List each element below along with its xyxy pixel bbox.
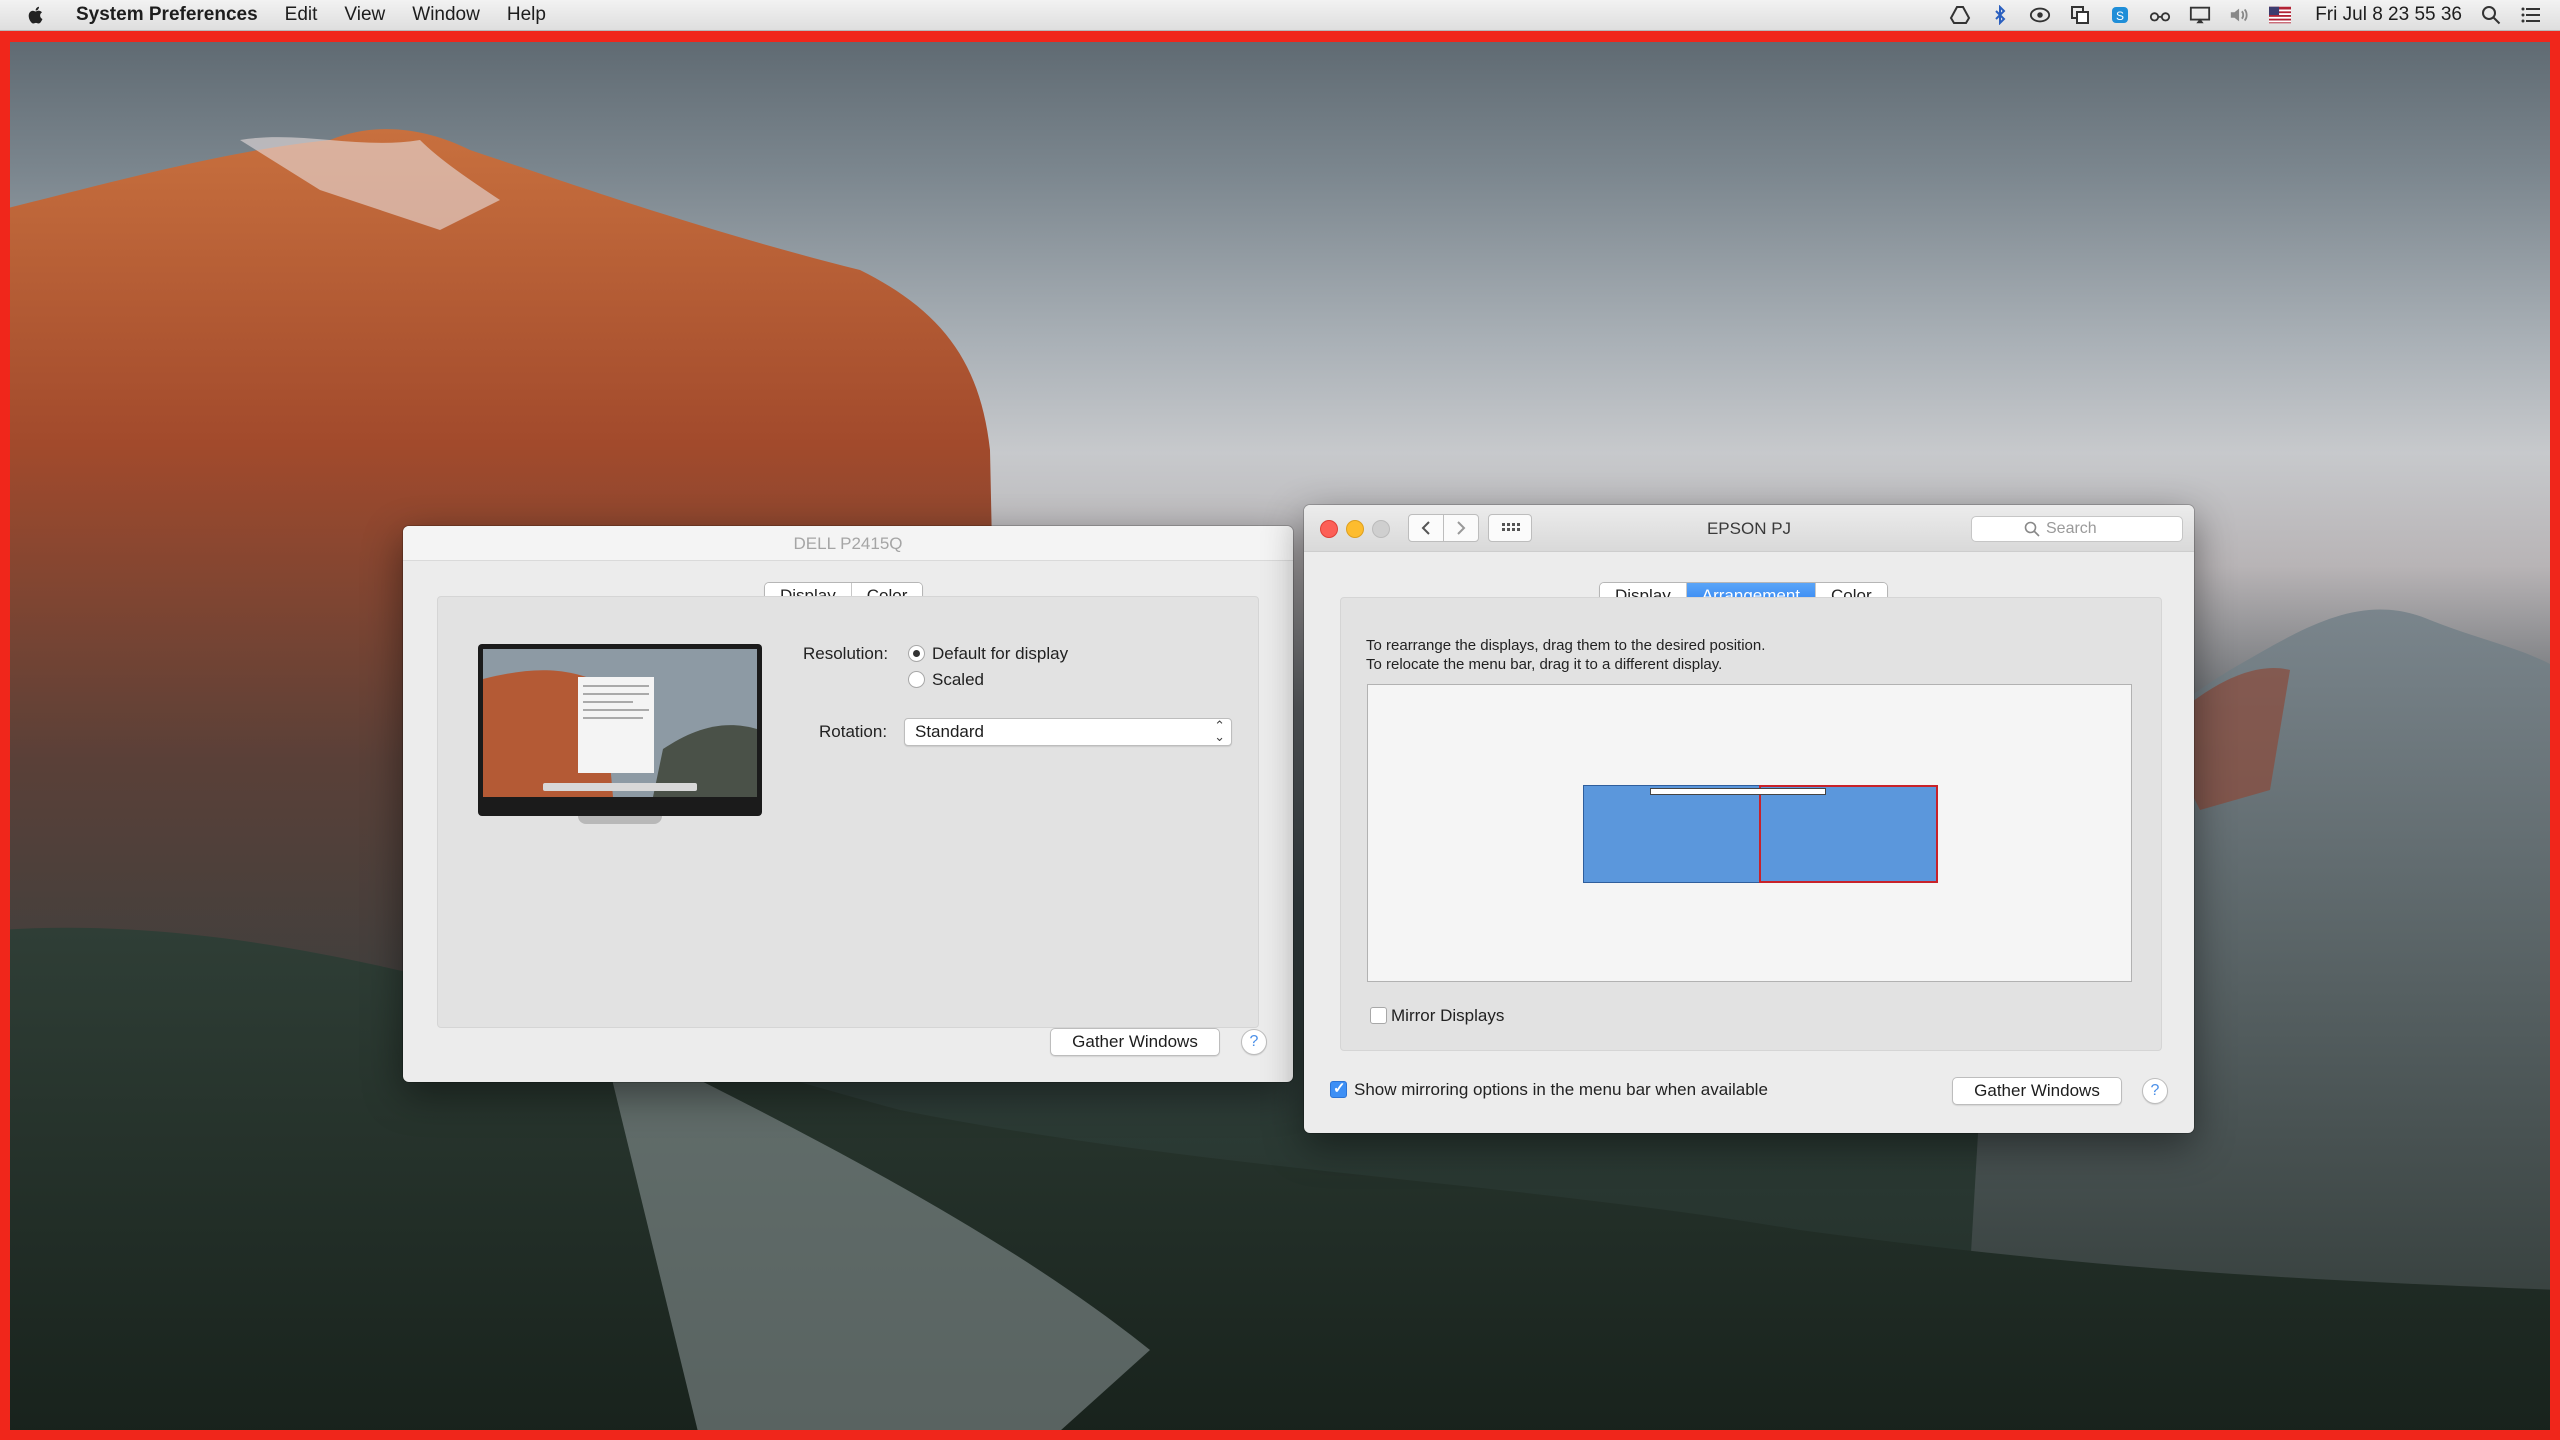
resolution-default-label[interactable]: Default for display bbox=[932, 644, 1068, 664]
updown-chevron-icon: ⌃ ⌄ bbox=[1214, 718, 1225, 744]
display-left[interactable] bbox=[1583, 785, 1760, 883]
apple-menu-icon[interactable] bbox=[22, 4, 50, 26]
epson-gather-windows-button[interactable]: Gather Windows bbox=[1952, 1077, 2122, 1105]
rotation-select-value: Standard bbox=[915, 722, 984, 741]
epson-help-button[interactable]: ? bbox=[2142, 1078, 2168, 1104]
dell-window-titlebar[interactable]: DELL P2415Q bbox=[403, 526, 1293, 561]
search-icon bbox=[2024, 521, 2040, 537]
epson-display-window: EPSON PJ Search Display Arrangement Colo… bbox=[1304, 505, 2194, 1133]
spotlight-search-icon[interactable] bbox=[2480, 5, 2502, 25]
dell-help-button[interactable]: ? bbox=[1241, 1029, 1267, 1055]
resolution-label: Resolution: bbox=[803, 644, 889, 663]
monitor-wallpaper-preview bbox=[483, 649, 757, 797]
glasses-icon[interactable] bbox=[2149, 5, 2171, 25]
google-drive-icon[interactable] bbox=[1949, 5, 1971, 25]
resolution-scaled-label[interactable]: Scaled bbox=[932, 670, 984, 690]
menu-app-name[interactable]: System Preferences bbox=[76, 4, 258, 26]
volume-icon[interactable] bbox=[2229, 5, 2251, 25]
menu-view[interactable]: View bbox=[344, 4, 385, 26]
menu-bar-indicator[interactable] bbox=[1650, 788, 1826, 795]
mirror-displays-checkbox[interactable] bbox=[1370, 1007, 1387, 1024]
rotation-select[interactable]: Standard ⌃ ⌄ bbox=[904, 718, 1232, 746]
display-right-selected[interactable] bbox=[1759, 785, 1938, 883]
menu-window[interactable]: Window bbox=[412, 4, 480, 26]
dell-window-title: DELL P2415Q bbox=[793, 534, 903, 553]
rotation-label: Rotation: bbox=[819, 722, 888, 741]
notification-center-icon[interactable] bbox=[2520, 5, 2542, 25]
bluetooth-icon[interactable] bbox=[1989, 5, 2011, 25]
epson-window-titlebar[interactable]: EPSON PJ Search bbox=[1304, 505, 2194, 552]
nvidia-icon[interactable] bbox=[2029, 5, 2051, 25]
show-mirroring-label[interactable]: Show mirroring options in the menu bar w… bbox=[1354, 1080, 1768, 1100]
resolution-default-radio[interactable] bbox=[908, 645, 925, 662]
menu-help[interactable]: Help bbox=[507, 4, 546, 26]
mirror-displays-label[interactable]: Mirror Displays bbox=[1391, 1006, 1504, 1026]
skype-icon[interactable]: S bbox=[2109, 5, 2131, 25]
resolution-scaled-radio[interactable] bbox=[908, 671, 925, 688]
copy-windows-icon[interactable] bbox=[2069, 5, 2091, 25]
menu-clock[interactable]: Fri Jul 8 23 55 36 bbox=[2315, 4, 2462, 26]
monitor-thumbnail bbox=[478, 644, 762, 824]
instruction-line-2: To relocate the menu bar, drag it to a d… bbox=[1366, 656, 1723, 673]
search-field[interactable]: Search bbox=[1971, 516, 2183, 542]
show-mirroring-checkbox[interactable] bbox=[1330, 1079, 1347, 1098]
airplay-display-icon[interactable] bbox=[2189, 5, 2211, 25]
menu-edit[interactable]: Edit bbox=[285, 4, 318, 26]
instruction-line-1: To rearrange the displays, drag them to … bbox=[1366, 637, 1766, 654]
dell-gather-windows-button[interactable]: Gather Windows bbox=[1050, 1028, 1220, 1056]
arrangement-canvas bbox=[1367, 684, 2132, 982]
menu-bar: System Preferences Edit View Window Help… bbox=[0, 0, 2560, 31]
us-flag-icon[interactable] bbox=[2269, 5, 2292, 25]
dell-display-window: DELL P2415Q Display Color Resolution: De… bbox=[403, 526, 1293, 1082]
search-placeholder: Search bbox=[2046, 520, 2097, 537]
svg-text:S: S bbox=[2116, 9, 2124, 23]
